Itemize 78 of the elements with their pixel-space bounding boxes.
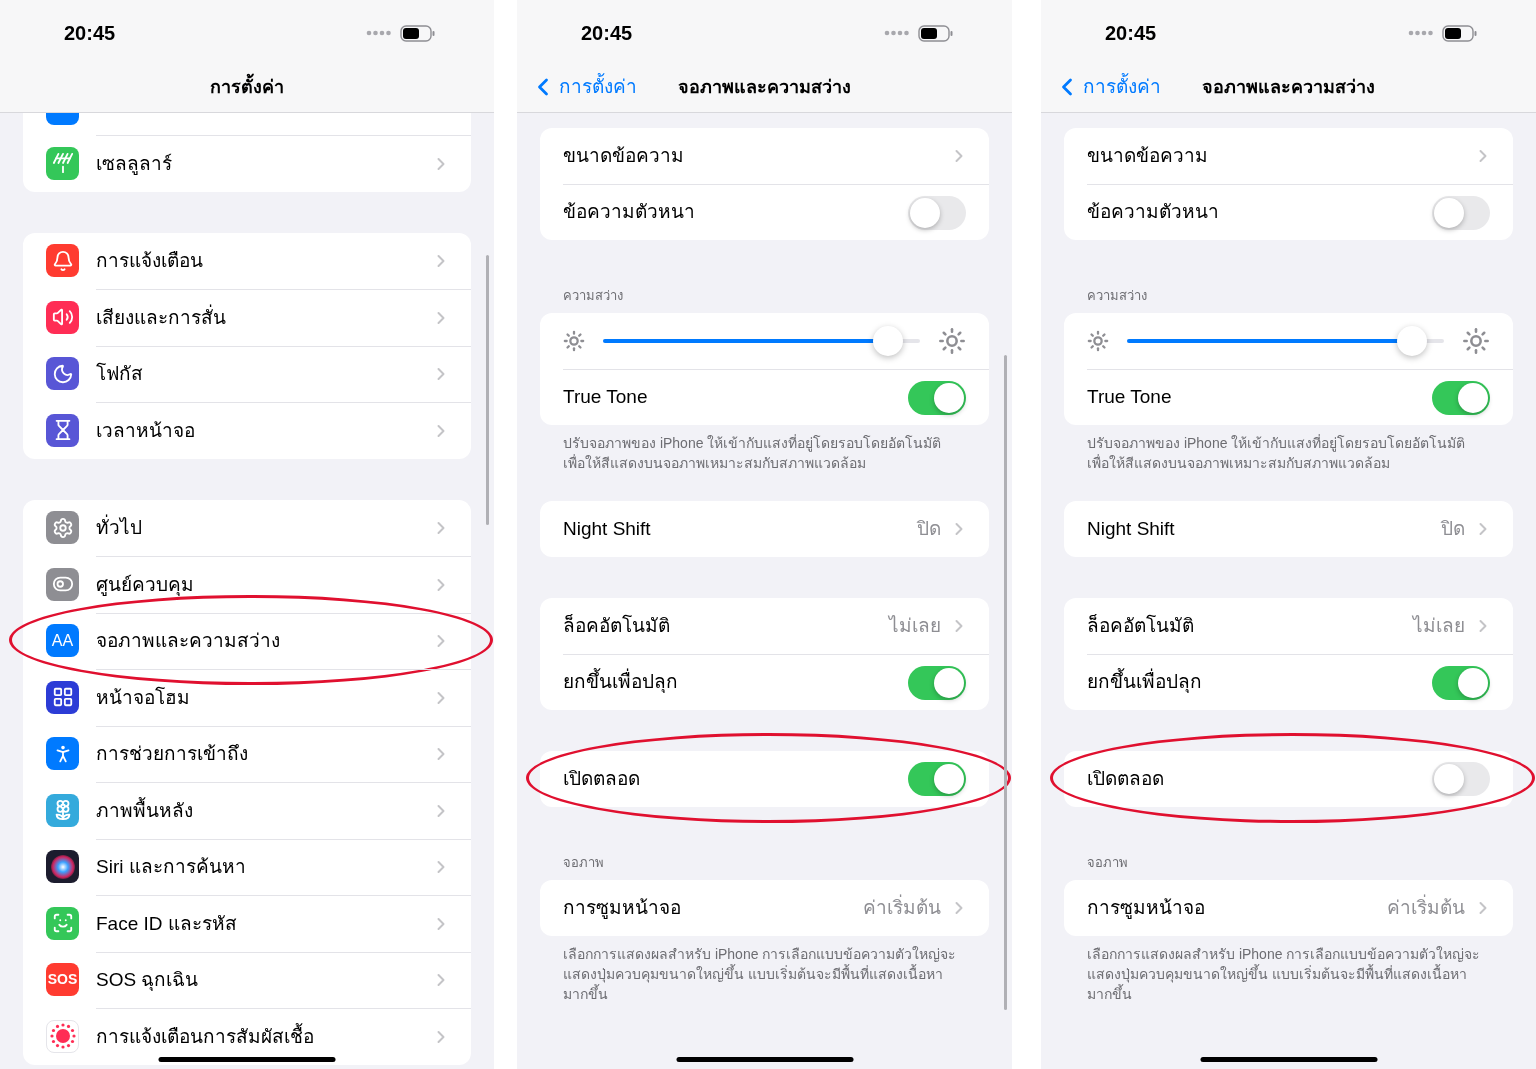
row-label[interactable]: Night Shift: [1087, 514, 1441, 544]
section-footer: ปรับจอภาพของ iPhone ให้เข้ากับแสงที่อยู่โดยรอบโดยอัตโนมัติ เพื่อให้สีแสดงบนจอภาพเหมาะสมกับสภาพแวดล้อม: [1064, 425, 1513, 473]
brightness-slider[interactable]: [603, 326, 920, 356]
row-label[interactable]: การซูมหน้าจอ: [563, 893, 863, 923]
battery-icon: [400, 24, 436, 42]
dim-sun-icon: [1087, 330, 1109, 352]
section-header: จอภาพ: [562, 854, 605, 872]
toggle-switch[interactable]: [1432, 762, 1490, 796]
row-label[interactable]: หน้าจอโฮม: [96, 683, 431, 712]
row-label: เปิดตลอด: [563, 766, 641, 791]
row-label[interactable]: โฟกัส: [96, 360, 431, 389]
section-header: ความสว่าง: [562, 287, 624, 305]
row-label[interactable]: การแจ้งเตือนการสัมผัสเชื้อ: [96, 1022, 431, 1051]
row-label: ข้อความตัวหนา: [1087, 200, 1220, 225]
row-label[interactable]: ล็อคอัตโนมัติ: [1087, 611, 1413, 641]
bright-sun-icon: [938, 327, 966, 355]
app-icon: [46, 113, 79, 125]
section-footer: ปรับจอภาพของ iPhone ให้เข้ากับแสงที่อยู่โดยรอบโดยอัตโนมัติ เพื่อให้สีแสดงบนจอภาพเหมาะสมกับสภาพแวดล้อม: [540, 425, 989, 473]
status-time: 20:45: [1105, 21, 1157, 46]
toggle-switch[interactable]: [908, 665, 966, 700]
row-value: ค่าเริ่มต้น: [1387, 893, 1465, 920]
section-footer: เลือกการแสดงผลสำหรับ iPhone การเลือกแบบข้อความตัวใหญ่จะแสดงปุ่มควบคุมขนาดใหญ่ขึ้น แบบเริ่มต้นจะมีพื้นที่แสดงเนื้อหามากขึ้น: [540, 936, 989, 1004]
row-label[interactable]: ขนาดข้อความ: [563, 141, 949, 171]
row-label[interactable]: SOS ฉุกเฉิน: [96, 966, 431, 995]
battery-icon: [918, 24, 954, 42]
row-label[interactable]: ทั่วไป: [96, 513, 431, 542]
slider-thumb[interactable]: [873, 326, 904, 356]
toggle-switch[interactable]: [908, 380, 966, 415]
row-label[interactable]: จอภาพและความสว่าง: [96, 627, 431, 656]
bright-sun-icon: [1462, 327, 1490, 355]
row-value: ไม่เลย: [1413, 613, 1465, 638]
row-label: True Tone: [563, 385, 649, 410]
row-label[interactable]: เสียงและการสั่น: [96, 303, 431, 332]
status-time: 20:45: [64, 21, 116, 46]
row-label: ยกขึ้นเพื่อปลุก: [563, 668, 908, 697]
signal-icon: [884, 30, 910, 36]
app-icon: SOS: [46, 963, 79, 997]
row-label[interactable]: การซูมหน้าจอ: [1087, 893, 1387, 923]
row-value: ไม่เลย: [889, 613, 941, 638]
row-label[interactable]: Face ID และรหัส: [96, 909, 431, 938]
signal-icon: [1408, 30, 1434, 36]
row-label[interactable]: Siri และการค้นหา: [96, 853, 431, 882]
row-label: เปิดตลอด: [1087, 766, 1165, 791]
row-value: ปิด: [917, 516, 941, 541]
nav-title: การตั้งค่า: [210, 73, 284, 101]
section-footer: เลือกการแสดงผลสำหรับ iPhone การเลือกแบบข้อความตัวใหญ่จะแสดงปุ่มควบคุมขนาดใหญ่ขึ้น แบบเริ่มต้นจะมีพื้นที่แสดงเนื้อหามากขึ้น: [1064, 936, 1513, 1004]
section-header: ความสว่าง: [1086, 287, 1148, 305]
nav-title: จอภาพและความสว่าง: [1202, 75, 1375, 99]
nav-title: จอภาพและความสว่าง: [678, 75, 851, 99]
section-header: จอภาพ: [1086, 854, 1129, 872]
row-value: ค่าเริ่มต้น: [863, 893, 941, 920]
toggle-switch[interactable]: [908, 762, 966, 796]
signal-icon: [366, 30, 392, 36]
row-label[interactable]: ภาพพื้นหลัง: [96, 796, 431, 825]
back-button[interactable]: การตั้งค่า: [1041, 72, 1161, 102]
toggle-switch[interactable]: [908, 195, 966, 230]
row-value: ปิด: [1441, 516, 1465, 541]
row-label[interactable]: ศูนย์ควบคุม: [96, 570, 431, 599]
row-label[interactable]: การช่วยการเข้าถึง: [96, 740, 431, 769]
brightness-slider[interactable]: [1127, 326, 1444, 356]
row-label[interactable]: เวลาหน้าจอ: [96, 416, 431, 445]
toggle-switch[interactable]: [1432, 195, 1490, 230]
toggle-switch[interactable]: [1432, 380, 1490, 415]
row-label: True Tone: [1087, 385, 1173, 410]
row-label: ข้อความตัวหนา: [563, 200, 696, 225]
row-label[interactable]: การแจ้งเตือน: [96, 246, 431, 275]
status-time: 20:45: [581, 21, 633, 46]
row-label: ยกขึ้นเพื่อปลุก: [1087, 668, 1432, 697]
row-label[interactable]: Night Shift: [563, 514, 917, 544]
row-label[interactable]: ขนาดข้อความ: [1087, 141, 1473, 171]
battery-icon: [1442, 24, 1478, 42]
dim-sun-icon: [563, 330, 585, 352]
row-label[interactable]: ล็อคอัตโนมัติ: [563, 611, 889, 641]
slider-thumb[interactable]: [1397, 326, 1428, 356]
back-button[interactable]: การตั้งค่า: [517, 72, 637, 102]
app-icon: AA: [46, 624, 79, 658]
toggle-switch[interactable]: [1432, 665, 1490, 700]
row-label[interactable]: เซลลูลาร์: [96, 149, 431, 178]
